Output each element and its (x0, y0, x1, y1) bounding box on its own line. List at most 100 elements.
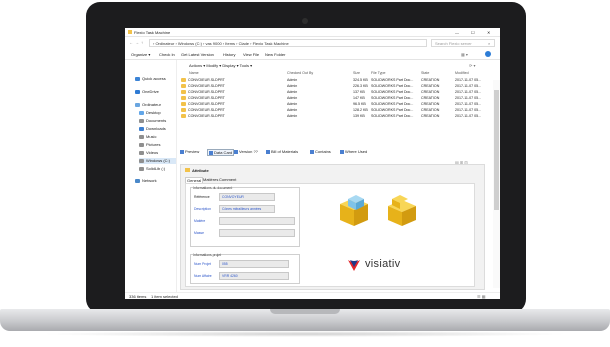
file-modified-text: 2017-11-07 05... (455, 90, 482, 94)
list-toolbar[interactable]: Actions ▾ Modify ▾ Display ▾ Tools ▾ (189, 63, 252, 68)
part-file-icon (181, 78, 186, 83)
view-file-button[interactable]: View File (243, 52, 259, 57)
layout-toggle-icon[interactable]: ☰ ▦ (477, 294, 485, 299)
view-tab-label: Preview (185, 149, 200, 154)
view-tab-5[interactable]: Where Used (340, 149, 367, 154)
table-row[interactable]: CONVOIEUR.SLDPRT Admin 139 KB SOLIDWORKS Pa… (177, 113, 493, 119)
minimize-button[interactable]: — (455, 30, 459, 35)
view-tab-1[interactable]: Data Card (207, 149, 235, 156)
file-modified: 2017-11-07 05... (455, 113, 481, 119)
part-file-icon (181, 114, 186, 119)
laptop-notch (270, 309, 340, 314)
checked-out-by-text: Admin (287, 90, 298, 94)
field-label-masse: Masse (194, 231, 204, 235)
part-file-icon (181, 84, 186, 89)
search-placeholder: Search Flexio server (435, 41, 472, 46)
item-count: 336 items (129, 294, 147, 299)
forward-arrow-icon[interactable]: → (135, 40, 139, 45)
nav-item-desktop[interactable]: Desktop (139, 110, 161, 116)
file-state-text: CREATION (421, 90, 440, 94)
nav-item-ordinateur[interactable]: Ordinateur (135, 102, 161, 108)
up-arrow-icon[interactable]: ↑ (141, 40, 143, 45)
version-icon (234, 149, 238, 154)
checked-out-by-text: Admin (287, 96, 298, 100)
num-affaire-field[interactable]: VRR 4260 (219, 272, 289, 280)
project-info-title: Informations projet (193, 253, 222, 258)
check-in-button[interactable]: Check In (159, 52, 175, 57)
nav-item-music[interactable]: Music (139, 134, 156, 140)
nav-label: Desktop (146, 110, 161, 115)
column-checked-out-by[interactable]: Checked Out By (287, 70, 313, 76)
window-title: Flexio Task Machine (134, 30, 171, 35)
nav-label: SolidLib (:) (146, 166, 166, 171)
nav-label: Downloads (146, 126, 166, 131)
nav-item-solidlib[interactable]: SolidLib (:) (139, 166, 165, 172)
view-tab-bar: Preview Data Card Version ?? Bill of Materi… (180, 148, 492, 156)
checked-out-by-text: Admin (287, 84, 298, 88)
file-modified-text: 2017-11-07 05... (455, 96, 482, 100)
card-tab-attribute[interactable]: Attribute (192, 168, 209, 173)
file-type-text: SOLIDWORKS Part Doc... (371, 96, 414, 100)
nav-label: Videos (146, 150, 159, 155)
matiere-field[interactable] (219, 217, 295, 225)
bom-icon (266, 149, 270, 154)
nav-label: Ordinateur (142, 102, 161, 107)
drive-icon (139, 166, 144, 171)
search-input[interactable]: Search Flexio server ⌕ (431, 39, 495, 47)
column-state[interactable]: State (421, 70, 429, 76)
organize-button[interactable]: Organize ▾ (131, 52, 150, 57)
table-header: Name Checked Out By Size File Type State… (177, 70, 493, 76)
close-button[interactable]: ✕ (487, 30, 490, 35)
field-label-num-affaire: Num Affaire (194, 274, 212, 278)
back-arrow-icon[interactable]: ← (129, 40, 133, 45)
view-tab-2[interactable]: Version ?? (234, 149, 258, 154)
nav-label: OneDrive (142, 89, 159, 94)
masse-field[interactable] (219, 229, 295, 237)
view-tab-4[interactable]: Contains (310, 149, 331, 154)
address-bar[interactable]: › Ordinateur › Windows (C:) › vas 9000 ›… (149, 39, 427, 47)
nav-item-documents[interactable]: Documents (139, 118, 166, 124)
where-used-icon (340, 149, 344, 154)
history-button[interactable]: History (223, 52, 235, 57)
column-size[interactable]: Size (353, 70, 360, 76)
description-field[interactable]: Cônes mitrailleurs années (219, 205, 275, 213)
drive-icon (139, 158, 144, 163)
column-modified[interactable]: Modified (455, 70, 469, 76)
view-tab-0[interactable]: Preview (180, 149, 199, 154)
refresh-icon[interactable]: ⟳ ▾ (469, 63, 475, 68)
file-name-text: CONVOIEUR.SLDPRT (188, 114, 225, 118)
column-name[interactable]: Name (189, 70, 199, 76)
part-file-icon (181, 96, 186, 101)
view-tab-label: Where Used (345, 149, 368, 154)
nav-item-quick-access[interactable]: Quick access (135, 76, 166, 82)
navigation-pane: Quick access OneDrive Ordinateur Desktop… (125, 60, 177, 292)
file-type: SOLIDWORKS Part Doc... (371, 113, 413, 119)
nav-item-windows-c[interactable]: Windows (C:) (139, 158, 176, 164)
view-options-icon[interactable]: ▦ ▾ (461, 52, 468, 57)
column-file-type[interactable]: File Type (371, 70, 386, 76)
tab-comment[interactable]: Comment (219, 177, 236, 182)
nav-item-pictures[interactable]: Pictures (139, 142, 160, 148)
get-latest-button[interactable]: Get Latest Version (181, 52, 214, 57)
tab-matieres[interactable]: Matières (203, 177, 218, 182)
num-projet-field[interactable]: 055 (219, 260, 289, 268)
nav-item-videos[interactable]: Videos (139, 150, 158, 156)
help-icon[interactable] (485, 51, 491, 57)
nav-item-downloads[interactable]: Downloads (139, 126, 166, 132)
maximize-button[interactable]: ☐ (471, 30, 475, 35)
data-card: Attribute General Matières Comment Infor… (180, 164, 485, 290)
file-name: CONVOIEUR.SLDPRT (181, 113, 225, 119)
reference-field[interactable]: CONVOYEUR (219, 193, 275, 201)
view-tab-3[interactable]: Bill of Materials (266, 149, 298, 154)
nav-item-network[interactable]: Network (135, 178, 157, 184)
document-info-group: Informations du document Référence CONVO… (190, 186, 300, 247)
new-folder-button[interactable]: New Folder (265, 52, 285, 57)
nav-item-onedrive[interactable]: OneDrive (135, 89, 159, 95)
checked-out-by-text: Admin (287, 108, 298, 112)
star-icon (135, 76, 140, 81)
picture-icon (139, 142, 144, 147)
file-name-text: CONVOIEUR.SLDPRT (188, 90, 225, 94)
scrollbar-thumb[interactable] (494, 90, 499, 210)
file-type-text: SOLIDWORKS Part Doc... (371, 114, 414, 118)
window-titlebar: Flexio Task Machine — ☐ ✕ (125, 28, 500, 37)
